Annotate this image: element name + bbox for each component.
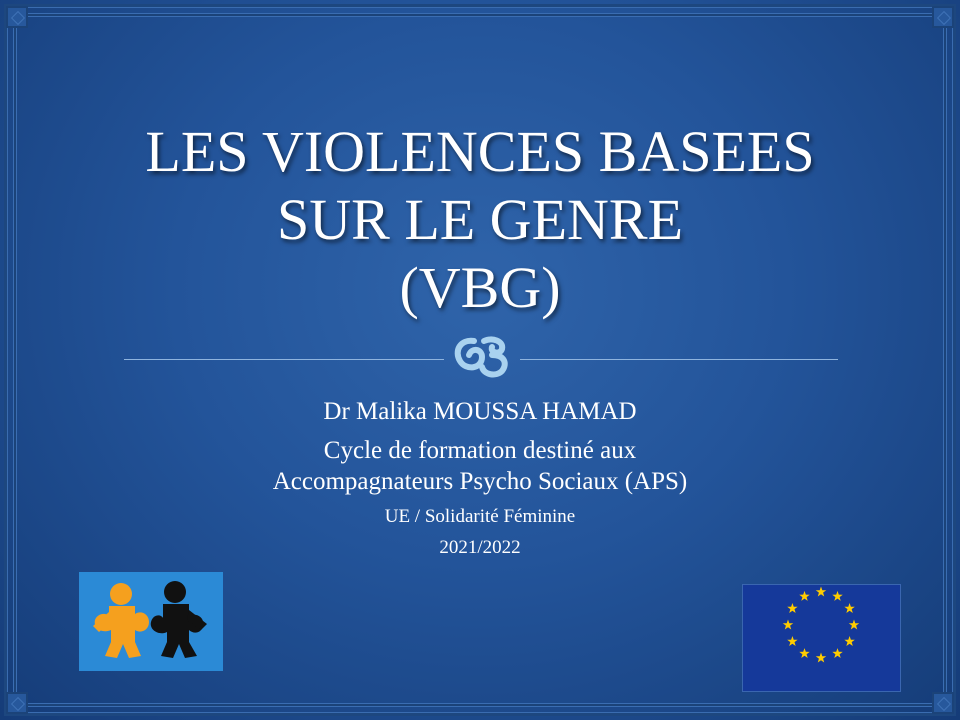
eu-star-icon <box>844 636 855 646</box>
eu-star-icon <box>782 619 794 630</box>
course-line-2: Accompagnateurs Psycho Sociaux (APS) <box>272 468 688 495</box>
eu-star-icon <box>799 590 810 601</box>
year-line: 2021/2022 <box>439 537 521 558</box>
course-line-1: Cycle de formation destiné aux <box>323 437 637 464</box>
title-line-2: SUR LE GENRE <box>277 187 683 252</box>
frame-corner-ornament <box>932 6 954 28</box>
eu-star-icon <box>815 652 827 663</box>
frame-corner-ornament <box>6 692 28 714</box>
title-line-1: LES VIOLENCES BASEES <box>145 119 815 184</box>
eu-star-icon <box>848 619 860 630</box>
divider-line-right <box>520 359 838 360</box>
puzzle-people-logo <box>79 572 223 671</box>
partners-line: UE / Solidarité Féminine <box>384 506 576 527</box>
author-name: Dr Malika MOUSSA HAMAD <box>323 398 637 425</box>
eu-star-icon <box>832 590 843 601</box>
frame-corner-ornament <box>932 692 954 714</box>
divider-line-left <box>124 359 444 360</box>
eu-star-icon <box>787 603 798 613</box>
frame-corner-ornament <box>6 6 28 28</box>
slide-title: LES VIOLENCES BASEES SUR LE GENRE (VBG) <box>80 118 880 322</box>
scroll-flourish-icon <box>454 336 508 378</box>
eu-flag-logo <box>743 585 900 691</box>
eu-star-icon <box>844 603 855 613</box>
eu-star-icon <box>815 586 827 597</box>
title-line-3: (VBG) <box>399 255 561 320</box>
eu-star-icon <box>787 636 798 646</box>
eu-star-icon <box>832 648 843 659</box>
eu-star-icon <box>799 648 810 659</box>
